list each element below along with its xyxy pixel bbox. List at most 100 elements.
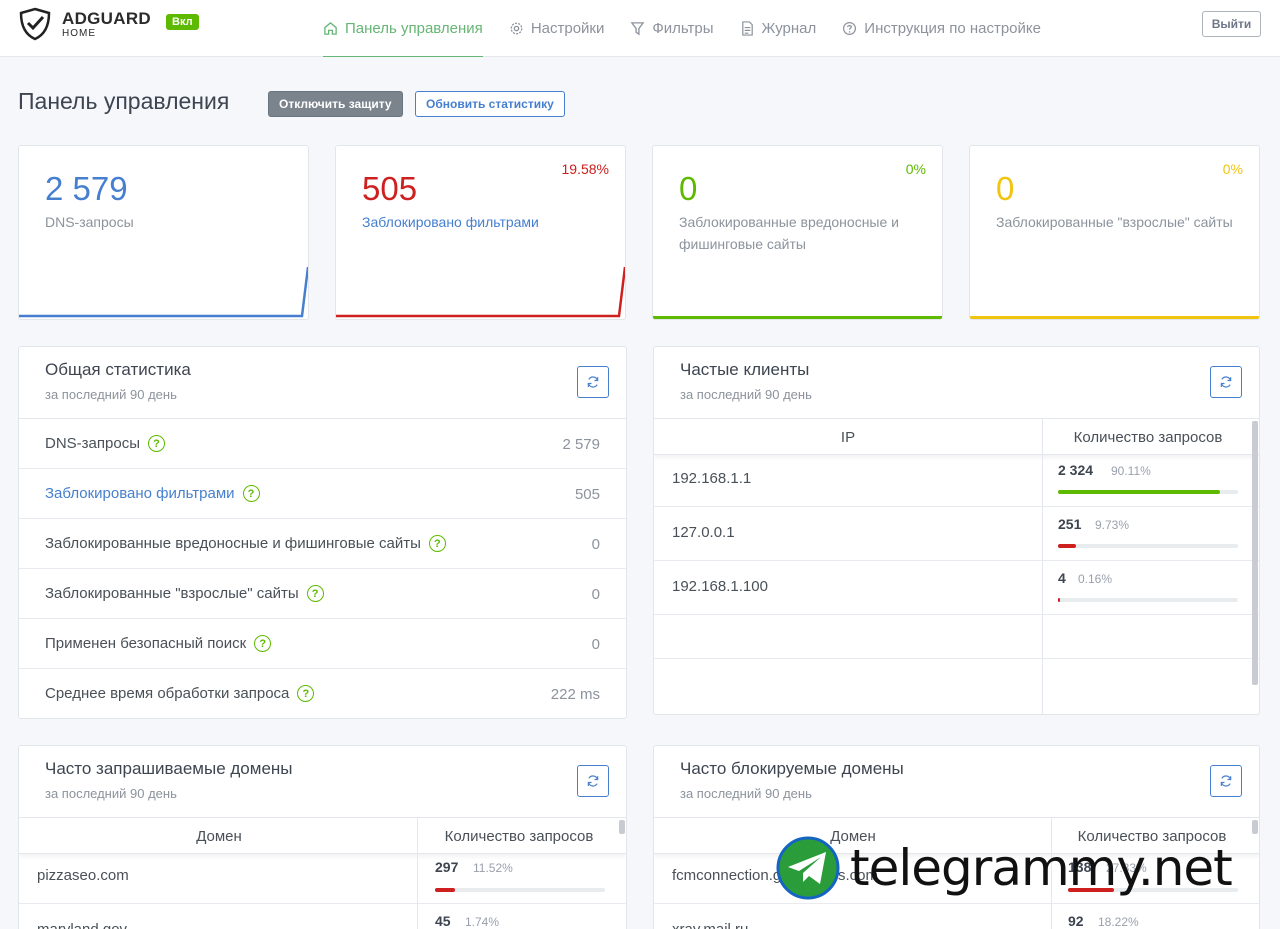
request-percent: 9.73% bbox=[1095, 518, 1130, 532]
table-scrollbar[interactable] bbox=[1252, 421, 1258, 685]
domain-name[interactable]: maryland.gov bbox=[37, 921, 127, 929]
table-row: xray.mail.ru 92 18.22% bbox=[654, 904, 1259, 929]
nav-dashboard[interactable]: Панель управления bbox=[323, 0, 483, 57]
stat-row-label: DNS-запросы? bbox=[45, 435, 165, 452]
nav-dashboard-label: Панель управления bbox=[345, 19, 483, 37]
panel-subtitle: за последний 90 день bbox=[680, 387, 812, 402]
nav-log[interactable]: Журнал bbox=[740, 0, 816, 57]
top-header: ADGUARD HOME Вкл Панель управления Настр… bbox=[0, 0, 1280, 57]
column-header-count[interactable]: Количество запросов bbox=[419, 828, 619, 845]
stat-row-label: Применен безопасный поиск? bbox=[45, 635, 272, 652]
top-clients-panel: Частые клиенты за последний 90 день IP К… bbox=[653, 346, 1260, 715]
table-header: Домен Количество запросов bbox=[19, 818, 626, 854]
stat-row-avg-processing-time: Среднее время обработки запроса? 222 ms bbox=[19, 669, 626, 719]
refresh-icon bbox=[587, 376, 599, 388]
disable-protection-button[interactable]: Отключить защиту bbox=[268, 91, 403, 117]
progress-fill bbox=[1058, 490, 1220, 494]
stat-value: 0 bbox=[679, 170, 698, 207]
help-icon[interactable]: ? bbox=[428, 535, 446, 552]
watermark-text: telegrammy.net bbox=[850, 839, 1233, 897]
request-count: 2 324 bbox=[1058, 462, 1094, 478]
stat-row-dns-queries: DNS-запросы? 2 579 bbox=[19, 419, 626, 469]
malware-phishing-sparkline bbox=[653, 316, 942, 319]
stat-row-value: 222 ms bbox=[550, 686, 600, 703]
telegram-logo-icon bbox=[776, 836, 840, 900]
stat-value: 505 bbox=[362, 170, 418, 207]
dns-queries-sparkline bbox=[19, 266, 308, 318]
help-icon[interactable]: ? bbox=[254, 635, 272, 652]
stat-row-text: DNS-запросы bbox=[45, 435, 140, 452]
stat-percent: 19.58% bbox=[561, 161, 609, 177]
panel-subtitle: за последний 90 день bbox=[680, 786, 812, 801]
gear-icon bbox=[510, 22, 523, 35]
request-percent: 90.11% bbox=[1111, 464, 1151, 478]
panel-title: Часто запрашиваемые домены bbox=[45, 759, 293, 778]
document-icon bbox=[741, 21, 753, 36]
nav-setup-guide[interactable]: Инструкция по настройке bbox=[842, 0, 1041, 57]
page-title: Панель управления bbox=[18, 88, 230, 114]
stat-row-label: Среднее время обработки запроса? bbox=[45, 685, 315, 702]
refresh-icon bbox=[1220, 376, 1232, 388]
adguard-shield-logo[interactable] bbox=[18, 7, 52, 41]
request-progress-bar bbox=[435, 888, 605, 892]
progress-fill bbox=[1058, 598, 1060, 602]
refresh-button[interactable] bbox=[1210, 366, 1242, 398]
request-count: 45 bbox=[435, 913, 451, 929]
column-header-count[interactable]: Количество запросов bbox=[1042, 429, 1254, 446]
stat-percent: 0% bbox=[1222, 161, 1243, 177]
stat-card-blocked-filters: 505 Заблокировано фильтрами 19.58% bbox=[335, 145, 626, 320]
help-icon[interactable]: ? bbox=[306, 585, 324, 602]
panel-subtitle: за последний 90 день bbox=[45, 387, 177, 402]
stat-card-adult-sites: 0 Заблокированные "взрослые" сайты 0% bbox=[969, 145, 1260, 320]
top-queried-domains-panel: Часто запрашиваемые домены за последний … bbox=[18, 745, 627, 929]
stat-row-text: Применен безопасный поиск bbox=[45, 635, 247, 652]
table-row: 192.168.1.1 2 324 90.11% bbox=[654, 453, 1259, 507]
main-nav: Панель управления Настройки Фильтры Журн… bbox=[323, 0, 1067, 57]
request-count: 297 bbox=[435, 859, 459, 875]
brand-name: ADGUARD bbox=[62, 9, 151, 28]
table-scrollbar[interactable] bbox=[1252, 820, 1258, 834]
stat-label: Заблокированные "взрослые" сайты bbox=[996, 214, 1233, 230]
stat-label: Заблокировано фильтрами bbox=[362, 214, 539, 230]
stat-row-malware-phishing: Заблокированные вредоносные и фишинговые… bbox=[19, 519, 626, 569]
stat-row-text[interactable]: Заблокировано фильтрами bbox=[45, 485, 235, 502]
column-header-ip[interactable]: IP bbox=[654, 429, 1042, 446]
stat-card-malware-phishing: 0 Заблокированные вредоносные и фишингов… bbox=[652, 145, 943, 320]
table-row: maryland.gov 45 1.74% bbox=[19, 904, 626, 929]
stat-row-value: 0 bbox=[591, 636, 600, 653]
stat-value: 2 579 bbox=[45, 170, 128, 207]
domain-name[interactable]: pizzaseo.com bbox=[37, 867, 129, 884]
home-icon bbox=[324, 21, 337, 35]
help-icon[interactable]: ? bbox=[147, 435, 165, 452]
refresh-button[interactable] bbox=[577, 366, 609, 398]
table-row: pizzaseo.com 297 11.52% bbox=[19, 850, 626, 904]
stat-row-label: Заблокированные "взрослые" сайты? bbox=[45, 585, 324, 602]
nav-settings[interactable]: Настройки bbox=[509, 0, 605, 57]
refresh-statistics-button[interactable]: Обновить статистику bbox=[415, 91, 565, 117]
logout-button[interactable]: Выйти bbox=[1202, 11, 1261, 37]
blocked-filters-sparkline bbox=[336, 266, 625, 318]
filter-icon bbox=[630, 22, 645, 36]
stat-label: DNS-запросы bbox=[45, 214, 134, 230]
refresh-icon bbox=[1220, 775, 1232, 787]
nav-filters[interactable]: Фильтры bbox=[630, 0, 714, 57]
help-icon[interactable]: ? bbox=[297, 685, 315, 702]
domain-name[interactable]: xray.mail.ru bbox=[672, 921, 748, 929]
stat-row-label[interactable]: Заблокировано фильтрами? bbox=[45, 485, 260, 502]
stat-row-value: 0 bbox=[591, 536, 600, 553]
refresh-button[interactable] bbox=[1210, 765, 1242, 797]
panel-subtitle: за последний 90 день bbox=[45, 786, 177, 801]
stat-card-dns-queries: 2 579 DNS-запросы bbox=[18, 145, 309, 320]
brand-subtitle: HOME bbox=[62, 28, 96, 39]
adult-sites-sparkline bbox=[970, 316, 1259, 319]
column-header-domain[interactable]: Домен bbox=[19, 828, 419, 845]
request-count: 92 bbox=[1068, 913, 1084, 929]
stat-row-text: Заблокированные "взрослые" сайты bbox=[45, 585, 299, 602]
stat-row-value: 0 bbox=[591, 586, 600, 603]
request-percent: 11.52% bbox=[473, 861, 513, 875]
request-count: 4 bbox=[1058, 570, 1066, 586]
table-scrollbar[interactable] bbox=[619, 820, 625, 834]
refresh-button[interactable] bbox=[577, 765, 609, 797]
nav-settings-label: Настройки bbox=[530, 20, 605, 37]
help-icon[interactable]: ? bbox=[242, 485, 260, 502]
